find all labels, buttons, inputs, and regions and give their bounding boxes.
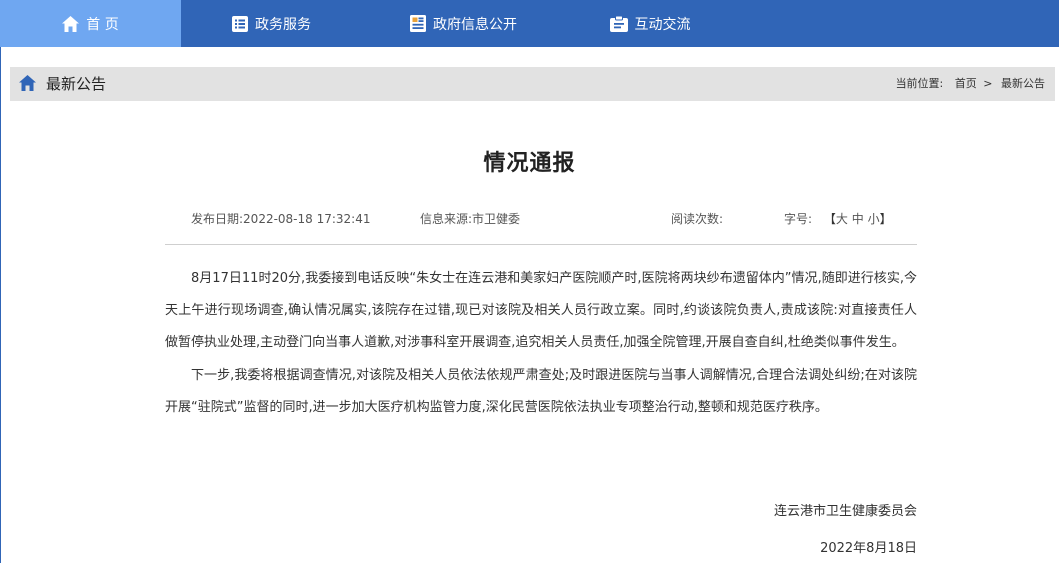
nav-government-services[interactable]: 政务服务: [181, 0, 362, 47]
chat-icon: [609, 15, 628, 32]
divider: [165, 244, 917, 245]
font-size-small-button[interactable]: 小: [868, 212, 880, 226]
left-border: [0, 47, 1, 563]
section-title: 最新公告: [46, 75, 107, 93]
section-header: 最新公告 当前位置: 首页 > 最新公告: [10, 67, 1055, 101]
nav-home[interactable]: 首 页: [0, 0, 181, 47]
paragraph: 8月17日11时20分,我委接到电话反映“朱女士在连云港和美家妇产医院顺产时,医…: [165, 271, 917, 350]
nav-interaction[interactable]: 互动交流: [565, 0, 735, 47]
font-size-medium-button[interactable]: 中: [852, 212, 864, 226]
breadcrumb-home-link[interactable]: 首页: [955, 77, 977, 90]
nav-government-info-label: 政府信息公开: [433, 16, 517, 33]
nav-government-info[interactable]: 政府信息公开: [362, 0, 565, 47]
signature: 连云港市卫生健康委员会: [773, 504, 917, 519]
document-icon: [410, 15, 426, 32]
nav-interaction-label: 互动交流: [634, 16, 691, 33]
breadcrumb-separator: >: [983, 77, 993, 90]
breadcrumb: 当前位置: 首页 > 最新公告: [893, 67, 1045, 101]
info-source: 信息来源:市卫健委: [420, 212, 521, 226]
breadcrumb-prefix: 当前位置:: [895, 77, 944, 90]
home-icon: [62, 15, 80, 32]
article-title: 情况通报: [483, 150, 576, 176]
signature-date: 2022年8月18日: [820, 541, 917, 556]
home-icon: [19, 75, 36, 91]
publish-date: 发布日期:2022-08-18 17:32:41: [191, 212, 371, 226]
list-icon: [232, 15, 248, 32]
font-size-control: 字号: 【大 中 小】: [784, 212, 892, 226]
nav-government-services-label: 政务服务: [255, 16, 311, 33]
font-size-label: 字号:: [784, 212, 813, 226]
top-navigation: 首 页 政务服务 政府信息公开 互动交流: [0, 0, 1059, 47]
paragraph: 下一步,我委将根据调查情况,对该院及相关人员依法依规严肃查处;及时跟进医院与当事…: [165, 368, 917, 415]
nav-home-label: 首 页: [86, 16, 119, 33]
view-count: 阅读次数:: [671, 212, 724, 226]
article-body: 8月17日11时20分,我委接到电话反映“朱女士在连云港和美家妇产医院顺产时,医…: [165, 263, 917, 425]
breadcrumb-current-link[interactable]: 最新公告: [1001, 77, 1045, 90]
font-size-large-button[interactable]: 大: [836, 212, 848, 226]
